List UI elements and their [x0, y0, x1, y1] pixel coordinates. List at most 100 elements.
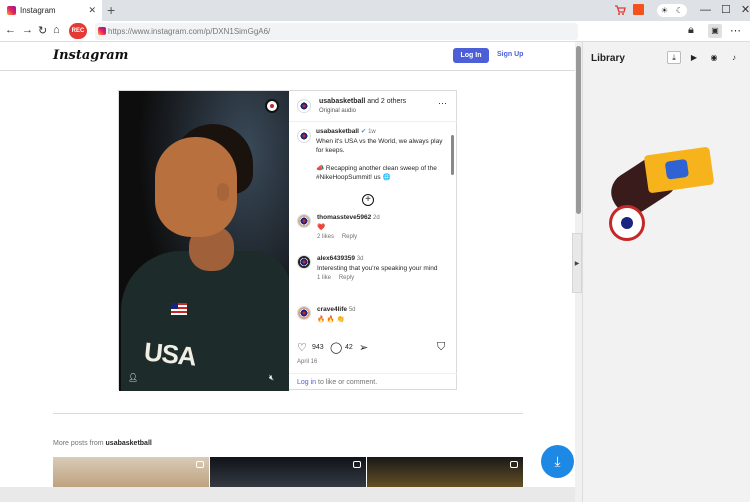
extension-icon[interactable]: ▣ — [708, 24, 722, 38]
player-jersey — [121, 251, 289, 391]
lock-icon[interactable]: 🔒︎ — [688, 24, 694, 37]
caption-tail: us — [373, 174, 381, 181]
back-icon[interactable]: ← — [5, 24, 16, 36]
close-tab-icon[interactable]: ✕ — [88, 5, 96, 16]
new-tab-icon[interactable]: + — [107, 2, 115, 18]
post-date: April 16 — [297, 359, 318, 365]
video-tab-icon[interactable]: ◉ — [707, 51, 721, 64]
comment-avatar[interactable] — [297, 255, 311, 269]
comment-likes[interactable]: 1 like — [317, 275, 331, 281]
post-coauthors[interactable]: and 2 others — [367, 98, 406, 105]
address-bar: ← → ↻ ⌂ REC https://www.instagram.com/p/… — [0, 21, 750, 42]
collapse-panel-button[interactable]: ▶ — [572, 233, 582, 293]
more-posts-prefix: More posts from — [53, 440, 104, 447]
library-tabs: ⤓ ▶ ◉ ♪ — [667, 51, 747, 64]
home-icon[interactable]: ⌂ — [53, 24, 60, 36]
download-tab-icon[interactable]: ⤓ — [667, 51, 681, 64]
url-field[interactable]: https://www.instagram.com/p/DXN1SimGgA6/ — [95, 23, 578, 40]
comment-count: 42 — [345, 344, 353, 351]
comment-text: Interesting that you're speaking your mi… — [317, 265, 438, 272]
post-video[interactable]: USA 👤︎ 🔇︎ — [119, 91, 289, 391]
tab-bar: Instagram ✕ + ☀ ☾ — ☐ ✕ — [0, 0, 750, 21]
tab-title: Instagram — [20, 6, 56, 15]
instagram-favicon-icon — [7, 6, 16, 15]
comment-user[interactable]: thomassteve5962 — [317, 214, 371, 221]
caption: usabasketball ✔ 1w When it's USA vs the … — [316, 127, 444, 182]
comment-user[interactable]: alex6439359 — [317, 255, 355, 262]
verified-icon: ✔ — [360, 128, 367, 135]
like-icon[interactable]: ♡ — [297, 341, 307, 354]
mute-icon[interactable]: 🔇︎ — [269, 373, 274, 383]
empty-library-illustration — [603, 143, 725, 253]
reel-icon — [510, 461, 518, 468]
comment-avatar[interactable] — [297, 214, 311, 228]
reload-icon[interactable]: ↻ — [38, 24, 47, 37]
comment-avatar[interactable] — [297, 306, 311, 320]
sun-icon: ☀ — [660, 6, 669, 15]
share-icon[interactable]: ➢ — [359, 341, 368, 354]
tab-instagram[interactable]: Instagram ✕ — [0, 0, 102, 21]
minimize-icon[interactable]: — — [700, 4, 711, 16]
gift-icon[interactable] — [633, 4, 644, 15]
maximize-icon[interactable]: ☐ — [721, 3, 731, 16]
download-icon: ⤓ — [554, 453, 561, 469]
library-panel: Library ⤓ ▶ ◉ ♪ — [582, 42, 750, 502]
comment-reply[interactable]: Reply — [342, 234, 357, 240]
app-window: Instagram ✕ + ☀ ☾ — ☐ ✕ ← → ↻ ⌂ REC https… — [0, 0, 750, 502]
more-posts-user[interactable]: usabasketball — [106, 440, 152, 447]
caption-text: When it's USA vs the World, we always pl… — [316, 138, 443, 154]
instagram-page: Instagram Log In Sign Up USA 👤︎ 🔇︎ usaba… — [0, 42, 575, 502]
login-button[interactable]: Log In — [453, 48, 489, 63]
close-window-icon[interactable]: ✕ — [741, 3, 750, 16]
megaphone-icon: 📣 — [316, 165, 325, 172]
comment-text: ❤️ — [317, 224, 326, 231]
comment-time: 5d — [348, 307, 356, 313]
comment-likes[interactable]: 2 likes — [317, 234, 334, 240]
post-audio[interactable]: Original audio — [319, 108, 356, 114]
usab-logo-icon — [265, 99, 279, 113]
record-button[interactable]: REC — [69, 23, 87, 39]
comments-scrollbar[interactable] — [451, 135, 454, 175]
post-author[interactable]: usabasketball — [319, 98, 365, 105]
comment-time: 2d — [373, 215, 380, 221]
instagram-logo[interactable]: Instagram — [53, 48, 128, 63]
comment-user[interactable]: crave4life — [317, 306, 347, 313]
post-sidebar: usabasketball and 2 others Original audi… — [289, 91, 457, 391]
forward-icon[interactable]: → — [22, 24, 33, 36]
page-scroll-thumb[interactable] — [576, 46, 581, 214]
login-prompt-text: to like or comment. — [316, 379, 378, 386]
save-icon[interactable]: ⛉ — [437, 341, 445, 354]
theme-toggle[interactable]: ☀ ☾ — [657, 4, 687, 17]
like-count: 943 — [312, 344, 324, 351]
globe-icon: 🌐 — [382, 174, 391, 181]
reel-icon — [196, 461, 204, 468]
comment-text: 🔥 🔥 👏 — [317, 316, 345, 323]
login-prompt: Log in to like or comment. — [289, 373, 457, 391]
window-controls: — ☐ ✕ — [690, 3, 750, 17]
audio-tab-icon[interactable]: ♪ — [727, 51, 741, 64]
load-more-comments-icon[interactable]: + — [362, 194, 374, 206]
tagged-user-icon[interactable]: 👤︎ — [128, 373, 138, 382]
post-author-line: usabasketball and 2 others — [319, 98, 406, 105]
comment-item: crave4life 5d 🔥 🔥 👏 — [317, 305, 457, 324]
menu-dots-icon[interactable]: ⋯ — [730, 24, 741, 37]
login-link[interactable]: Log in — [297, 379, 316, 386]
library-title: Library — [591, 53, 625, 64]
site-favicon-icon — [98, 27, 106, 35]
post-card: USA 👤︎ 🔇︎ usabasketball and 2 others Ori… — [118, 90, 457, 391]
reel-icon — [353, 461, 361, 468]
post-header: usabasketball and 2 others Original audi… — [289, 91, 457, 122]
comment-reply[interactable]: Reply — [339, 275, 354, 281]
comment-icon[interactable]: ◯ — [330, 341, 342, 354]
caption-author[interactable]: usabasketball — [316, 128, 359, 135]
download-button[interactable]: ⤓ — [541, 445, 574, 478]
post-actions: ♡ 943 ◯ 42 ➢ ⛉ — [289, 339, 457, 359]
more-options-icon[interactable]: ⋯ — [438, 98, 447, 109]
cart-icon[interactable] — [614, 4, 626, 16]
author-avatar[interactable] — [297, 99, 311, 113]
caption-time: 1w — [368, 129, 376, 135]
signup-link[interactable]: Sign Up — [497, 51, 523, 58]
youtube-tab-icon[interactable]: ▶ — [687, 51, 701, 64]
more-posts-title: More posts from usabasketball — [53, 440, 152, 447]
caption-avatar[interactable] — [297, 129, 311, 143]
